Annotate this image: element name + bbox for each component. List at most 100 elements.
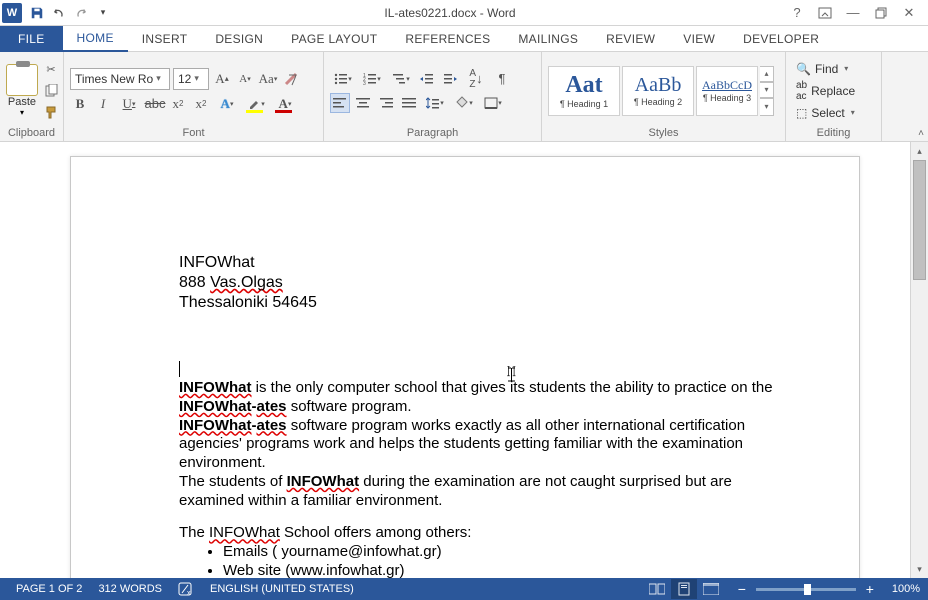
document-body[interactable]: INFOWhat 888 Vas.Olgas Thessaloniki 5464… (179, 253, 779, 578)
grow-font-button[interactable]: A▴ (212, 69, 232, 89)
page[interactable]: INFOWhat 888 Vas.Olgas Thessaloniki 5464… (70, 156, 860, 578)
zoom-in-button[interactable]: + (862, 581, 878, 597)
decrease-indent-button[interactable] (417, 69, 437, 89)
page-indicator[interactable]: PAGE 1 OF 2 (8, 583, 90, 595)
font-name-combo[interactable]: Times New Ro▾ (70, 68, 170, 90)
tab-mailings[interactable]: MAILINGS (504, 26, 592, 52)
group-clipboard-label: Clipboard (6, 127, 57, 141)
zoom-slider-thumb[interactable] (804, 584, 811, 595)
tab-design[interactable]: DESIGN (201, 26, 277, 52)
font-color-button[interactable]: A▾ (272, 94, 298, 114)
style-heading3[interactable]: AaBbCcD ¶ Heading 3 (696, 66, 758, 116)
collapse-ribbon-button[interactable]: ˄ (918, 128, 924, 139)
bold-button[interactable]: B (70, 94, 90, 114)
shading-button[interactable]: ▾ (451, 93, 477, 113)
document-canvas[interactable]: INFOWhat 888 Vas.Olgas Thessaloniki 5464… (0, 142, 910, 578)
ribbon-display-button[interactable] (814, 2, 836, 24)
select-button[interactable]: ⬚Select▾ (792, 103, 859, 123)
change-case-button[interactable]: Aa▾ (258, 69, 278, 89)
italic-button[interactable]: I (93, 94, 113, 114)
styles-scroll-down[interactable]: ▾ (760, 82, 774, 98)
borders-button[interactable]: ▾ (480, 93, 506, 113)
help-button[interactable]: ? (786, 2, 808, 24)
tab-view[interactable]: VIEW (669, 26, 729, 52)
cut-button[interactable]: ✂ (42, 61, 60, 79)
align-right-button[interactable] (376, 93, 396, 113)
doc-line[interactable]: 888 Vas.Olgas (179, 273, 779, 293)
language-indicator[interactable]: ENGLISH (UNITED STATES) (202, 583, 362, 595)
style-heading1[interactable]: Aat ¶ Heading 1 (548, 66, 620, 116)
text-effects-button[interactable]: A▾ (214, 94, 240, 114)
scroll-down-button[interactable]: ▾ (911, 560, 928, 578)
replace-button[interactable]: abacReplace (792, 81, 859, 101)
restore-button[interactable] (870, 2, 892, 24)
zoom-slider[interactable] (756, 588, 856, 591)
document-area: INFOWhat 888 Vas.Olgas Thessaloniki 5464… (0, 142, 928, 578)
zoom-control: − + 100% (734, 581, 920, 597)
shrink-font-button[interactable]: A▾ (235, 69, 255, 89)
styles-more[interactable]: ▾ (760, 98, 774, 116)
align-center-button[interactable] (353, 93, 373, 113)
subscript-button[interactable]: x2 (168, 94, 188, 114)
titlebar: W ▾ IL-ates0221.docx - Word ? — ✕ (0, 0, 928, 26)
show-hide-button[interactable]: ¶ (492, 69, 512, 89)
tab-page-layout[interactable]: PAGE LAYOUT (277, 26, 391, 52)
zoom-level[interactable]: 100% (892, 583, 920, 595)
list-item[interactable]: Emails ( yourname@infowhat.gr) (223, 543, 779, 562)
qat-customize-button[interactable]: ▾ (92, 2, 114, 24)
minimize-button[interactable]: — (842, 2, 864, 24)
tab-home[interactable]: HOME (63, 26, 128, 52)
find-icon: 🔍 (796, 62, 811, 76)
highlight-button[interactable]: ▾ (243, 94, 269, 114)
tab-developer[interactable]: DEVELOPER (729, 26, 833, 52)
save-button[interactable] (26, 2, 48, 24)
copy-button[interactable] (42, 82, 60, 100)
redo-button[interactable] (70, 2, 92, 24)
strikethrough-button[interactable]: abc (145, 94, 165, 114)
doc-paragraph[interactable]: INFOWhat-ates software program works exa… (179, 417, 779, 473)
list-item[interactable]: Web site (www.infowhat.gr) (223, 562, 779, 578)
numbering-button[interactable]: 123▾ (359, 69, 385, 89)
word-count[interactable]: 312 WORDS (90, 583, 170, 595)
style-heading2[interactable]: AaBb ¶ Heading 2 (622, 66, 694, 116)
tab-file[interactable]: FILE (0, 26, 63, 52)
sort-button[interactable]: AZ↓ (463, 69, 489, 89)
format-painter-button[interactable] (42, 103, 60, 121)
doc-line[interactable]: Thessaloniki 54645 (179, 293, 779, 313)
tab-insert[interactable]: INSERT (128, 26, 202, 52)
clear-formatting-button[interactable] (281, 69, 301, 89)
bullet-list[interactable]: Emails ( yourname@infowhat.gr) Web site … (223, 543, 779, 578)
styles-scroll-up[interactable]: ▴ (760, 66, 774, 82)
undo-button[interactable] (48, 2, 70, 24)
multilevel-list-button[interactable]: ▾ (388, 69, 414, 89)
doc-line[interactable] (179, 359, 779, 379)
scroll-track[interactable] (911, 160, 928, 560)
superscript-button[interactable]: x2 (191, 94, 211, 114)
bullets-button[interactable]: ▾ (330, 69, 356, 89)
paste-dropdown[interactable]: ▾ (20, 108, 24, 117)
vertical-scrollbar[interactable]: ▴ ▾ (910, 142, 928, 578)
tab-references[interactable]: REFERENCES (391, 26, 504, 52)
doc-line[interactable]: INFOWhat (179, 253, 779, 273)
read-mode-button[interactable] (644, 579, 670, 599)
doc-paragraph[interactable]: INFOWhat is the only computer school tha… (179, 379, 779, 417)
doc-paragraph[interactable]: The INFOWhat School offers among others: (179, 524, 779, 543)
zoom-out-button[interactable]: − (734, 581, 750, 597)
close-button[interactable]: ✕ (898, 2, 920, 24)
doc-paragraph[interactable]: The students of INFOWhat during the exam… (179, 473, 779, 511)
spelling-status[interactable]: x (170, 582, 202, 596)
find-button[interactable]: 🔍Find▾ (792, 59, 859, 79)
increase-indent-button[interactable] (440, 69, 460, 89)
svg-text:3: 3 (363, 81, 366, 85)
paste-button[interactable]: Paste (8, 96, 36, 108)
line-spacing-button[interactable]: ▾ (422, 93, 448, 113)
web-layout-button[interactable] (698, 579, 724, 599)
align-left-button[interactable] (330, 93, 350, 113)
font-size-combo[interactable]: 12▾ (173, 68, 209, 90)
print-layout-button[interactable] (671, 579, 697, 599)
tab-review[interactable]: REVIEW (592, 26, 669, 52)
underline-button[interactable]: U▾ (116, 94, 142, 114)
scroll-thumb[interactable] (913, 160, 926, 280)
scroll-up-button[interactable]: ▴ (911, 142, 928, 160)
justify-button[interactable] (399, 93, 419, 113)
